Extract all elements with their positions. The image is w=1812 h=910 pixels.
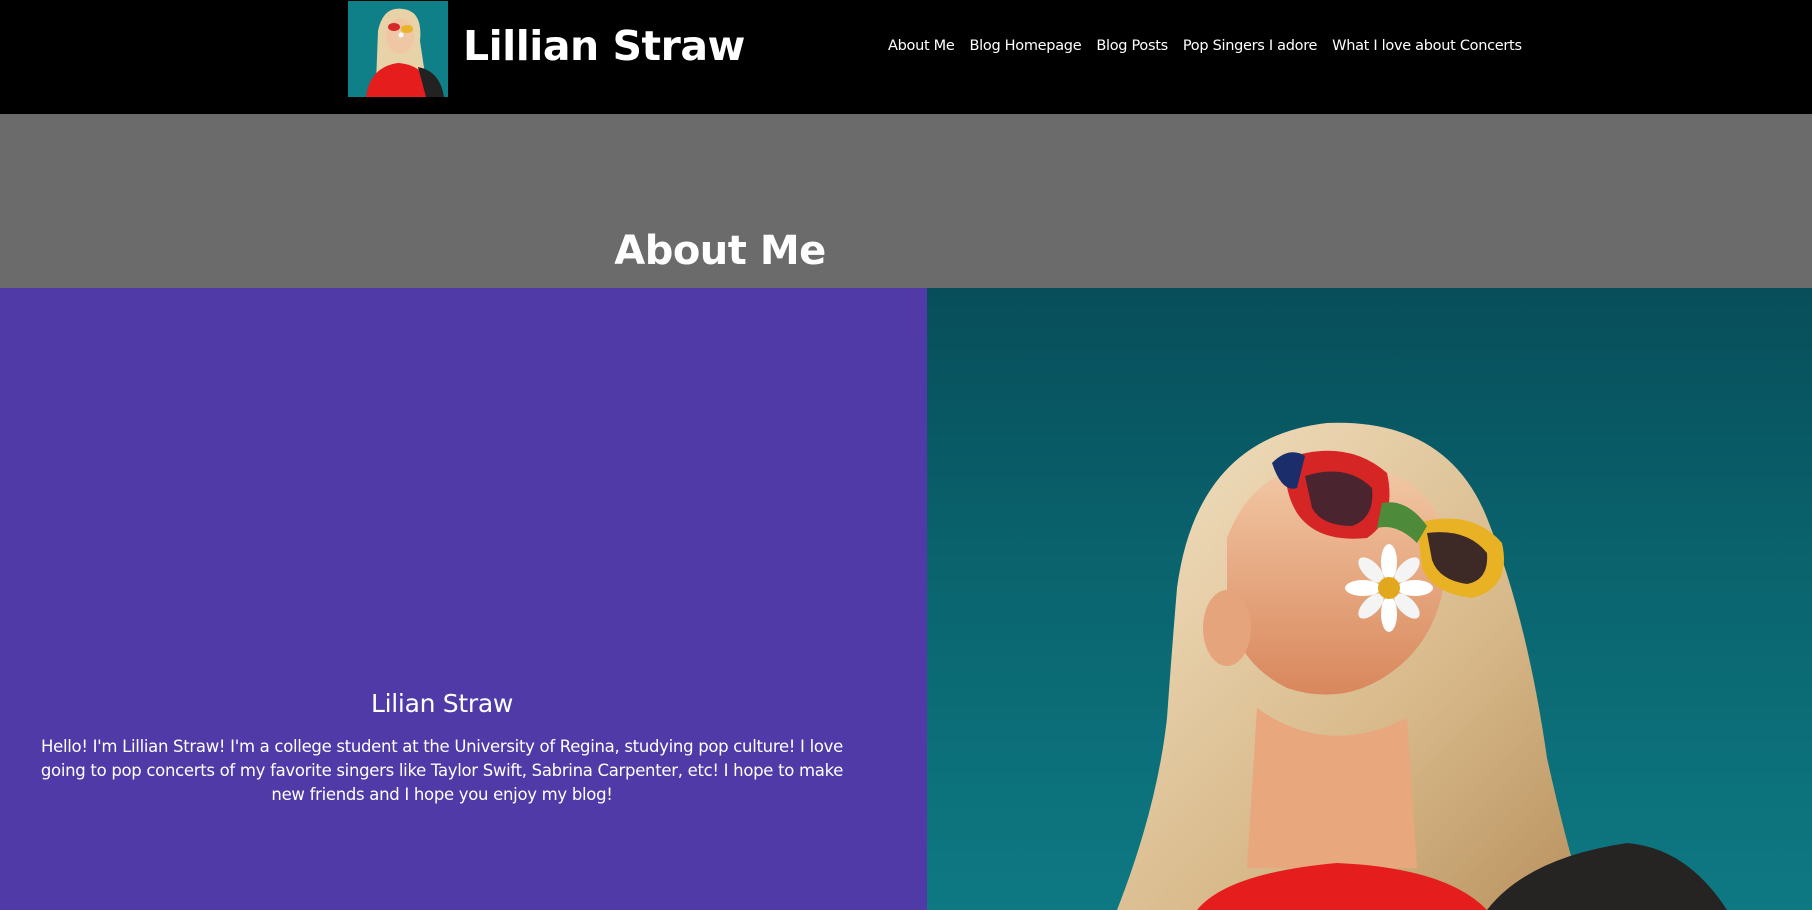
nav-concerts[interactable]: What I love about Concerts <box>1332 38 1522 62</box>
main-nav: About Me Blog Homepage Blog Posts Pop Si… <box>888 38 1522 62</box>
profile-photo <box>927 288 1812 910</box>
nav-blog-posts[interactable]: Blog Posts <box>1096 38 1168 62</box>
bio-text: Hello! I'm Lillian Straw! I'm a college … <box>40 737 844 804</box>
nav-blog-homepage[interactable]: Blog Homepage <box>970 38 1082 62</box>
profile-photo-image <box>927 288 1812 910</box>
bio-panel: Lilian Straw Hello! I'm Lillian Straw! I… <box>0 288 927 910</box>
bio-name: Lilian Straw <box>371 689 513 718</box>
hero-band: About Me <box>0 114 1812 288</box>
nav-about-me[interactable]: About Me <box>888 38 955 62</box>
page-title: About Me <box>614 228 826 274</box>
site-header: Lillian Straw About Me Blog Homepage Blo… <box>0 0 1812 114</box>
logo-photo-image <box>348 1 448 97</box>
logo-photo[interactable] <box>348 1 448 97</box>
nav-pop-singers[interactable]: Pop Singers I adore <box>1183 38 1318 62</box>
site-title[interactable]: Lillian Straw <box>463 22 745 70</box>
